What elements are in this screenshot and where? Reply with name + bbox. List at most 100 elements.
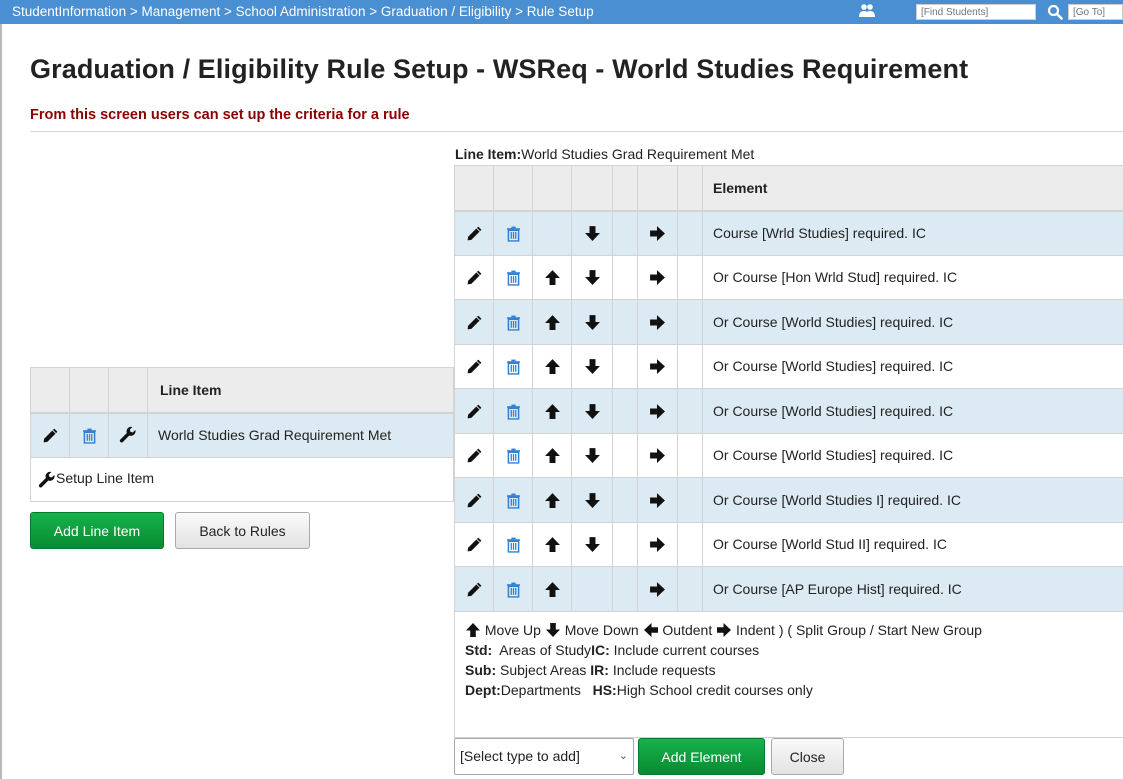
arrow-right-icon[interactable]	[649, 403, 666, 420]
arrow-up-icon	[465, 622, 481, 638]
legend-outdent: Outdent	[662, 621, 713, 638]
element-table: Element Course [Wrld Studies] required. …	[454, 165, 1123, 738]
element-text[interactable]: Or Course [World Stud II] required. IC	[702, 522, 1123, 567]
setup-line-item-link[interactable]: Setup Line Item	[30, 457, 454, 502]
chevron-down-icon: ⌄	[618, 750, 628, 762]
pencil-icon[interactable]	[466, 358, 483, 375]
line-item-caption-name: World Studies Grad Requirement Met	[521, 146, 755, 162]
arrow-up-icon[interactable]	[544, 447, 561, 464]
arrow-down-icon[interactable]	[584, 447, 601, 464]
element-text[interactable]: Or Course [World Studies] required. IC	[702, 344, 1123, 389]
trash-icon[interactable]	[81, 427, 98, 444]
close-button[interactable]: Close	[771, 738, 844, 775]
arrow-down-icon[interactable]	[584, 492, 601, 509]
trash-icon[interactable]	[505, 269, 522, 286]
arrow-down-icon[interactable]	[584, 536, 601, 553]
table-row: Or Course [World Studies] required. IC	[454, 299, 1123, 345]
arrow-right-icon[interactable]	[649, 225, 666, 242]
legend-std-key: Std:	[465, 641, 493, 658]
divider	[30, 131, 1123, 132]
legend-sub-key: Sub:	[465, 661, 497, 678]
legend-indent: Indent	[736, 621, 775, 638]
left-frame-border	[0, 24, 2, 779]
pencil-icon[interactable]	[466, 225, 483, 242]
arrow-down-icon[interactable]	[584, 358, 601, 375]
setup-line-item-label: Setup Line Item	[56, 470, 155, 487]
arrow-right-icon[interactable]	[649, 536, 666, 553]
trash-icon[interactable]	[505, 581, 522, 598]
element-text[interactable]: Or Course [World Studies] required. IC	[702, 388, 1123, 434]
element-type-select[interactable]: [Select type to add] ⌄	[454, 738, 634, 775]
arrow-up-icon[interactable]	[544, 536, 561, 553]
element-text[interactable]: Or Course [World Studies I] required. IC	[702, 477, 1123, 523]
top-nav-bar: StudentInformation > Management > School…	[0, 0, 1123, 24]
page-title: Graduation / Eligibility Rule Setup - WS…	[30, 54, 969, 84]
trash-icon[interactable]	[505, 314, 522, 331]
legend-move-up: Move Up	[484, 621, 541, 638]
arrow-right-icon[interactable]	[649, 269, 666, 286]
arrow-up-icon[interactable]	[544, 358, 561, 375]
goto-input[interactable]	[1068, 4, 1123, 20]
trash-icon[interactable]	[505, 403, 522, 420]
trash-icon[interactable]	[505, 225, 522, 242]
arrow-down-icon[interactable]	[584, 225, 601, 242]
pencil-icon[interactable]	[466, 492, 483, 509]
add-line-item-button[interactable]: Add Line Item	[30, 512, 164, 549]
arrow-right-icon	[716, 622, 732, 638]
back-to-rules-button[interactable]: Back to Rules	[175, 512, 310, 549]
element-text[interactable]: Or Course [Hon Wrld Stud] required. IC	[702, 255, 1123, 300]
pencil-icon[interactable]	[466, 269, 483, 286]
pencil-icon[interactable]	[466, 581, 483, 598]
pencil-icon[interactable]	[466, 536, 483, 553]
arrow-right-icon[interactable]	[649, 447, 666, 464]
arrow-up-icon[interactable]	[544, 581, 561, 598]
legend-hs-val: High School credit courses only	[616, 681, 813, 698]
legend: Move Up Move Down Outdent Indent ) ( Spl…	[454, 611, 1123, 738]
legend-std-val: Areas of Study	[499, 641, 592, 658]
arrow-right-icon[interactable]	[649, 314, 666, 331]
arrow-right-icon[interactable]	[649, 492, 666, 509]
line-item-label[interactable]: World Studies Grad Requirement Met	[147, 412, 454, 458]
table-row: Or Course [Hon Wrld Stud] required. IC	[454, 255, 1123, 300]
table-header-row: Element	[454, 165, 1123, 212]
trash-icon[interactable]	[505, 536, 522, 553]
line-item-caption: Line Item:World Studies Grad Requirement…	[455, 146, 754, 162]
wrench-icon	[38, 471, 56, 489]
search-icon[interactable]	[1047, 4, 1063, 20]
arrow-right-icon[interactable]	[649, 581, 666, 598]
pencil-icon[interactable]	[466, 403, 483, 420]
arrow-down-icon	[545, 622, 561, 638]
trash-icon[interactable]	[505, 492, 522, 509]
arrow-up-icon[interactable]	[544, 269, 561, 286]
table-header-row: Line Item	[30, 367, 454, 414]
legend-ic-val: Include current courses	[613, 641, 760, 658]
arrow-up-icon[interactable]	[544, 492, 561, 509]
add-element-button[interactable]: Add Element	[638, 738, 765, 775]
breadcrumb[interactable]: StudentInformation > Management > School…	[12, 4, 594, 19]
arrow-down-icon[interactable]	[584, 314, 601, 331]
arrow-down-icon[interactable]	[584, 269, 601, 286]
wrench-icon[interactable]	[119, 426, 137, 444]
line-item-header: Line Item	[147, 367, 454, 414]
legend-row: Move Up Move Down Outdent Indent ) ( Spl…	[454, 611, 1123, 738]
trash-icon[interactable]	[505, 447, 522, 464]
find-students-input[interactable]	[916, 4, 1036, 20]
element-text[interactable]: Or Course [AP Europe Hist] required. IC	[702, 566, 1123, 612]
legend-split: ) ( Split Group / Start New Group	[778, 621, 982, 638]
arrow-up-icon[interactable]	[544, 403, 561, 420]
element-text[interactable]: Course [Wrld Studies] required. IC	[702, 210, 1123, 256]
legend-dept-val: Departments	[500, 681, 581, 698]
element-text[interactable]: Or Course [World Studies] required. IC	[702, 433, 1123, 478]
arrow-up-icon[interactable]	[544, 314, 561, 331]
table-row: Or Course [AP Europe Hist] required. IC	[454, 566, 1123, 612]
trash-icon[interactable]	[505, 358, 522, 375]
arrow-down-icon[interactable]	[584, 403, 601, 420]
element-text[interactable]: Or Course [World Studies] required. IC	[702, 299, 1123, 345]
pencil-icon[interactable]	[466, 447, 483, 464]
pencil-icon[interactable]	[42, 427, 59, 444]
legend-sub-val: Subject Areas	[500, 661, 587, 678]
pencil-icon[interactable]	[466, 314, 483, 331]
arrow-right-icon[interactable]	[649, 358, 666, 375]
people-icon[interactable]	[858, 2, 876, 20]
legend-ir-key: IR:	[590, 661, 609, 678]
